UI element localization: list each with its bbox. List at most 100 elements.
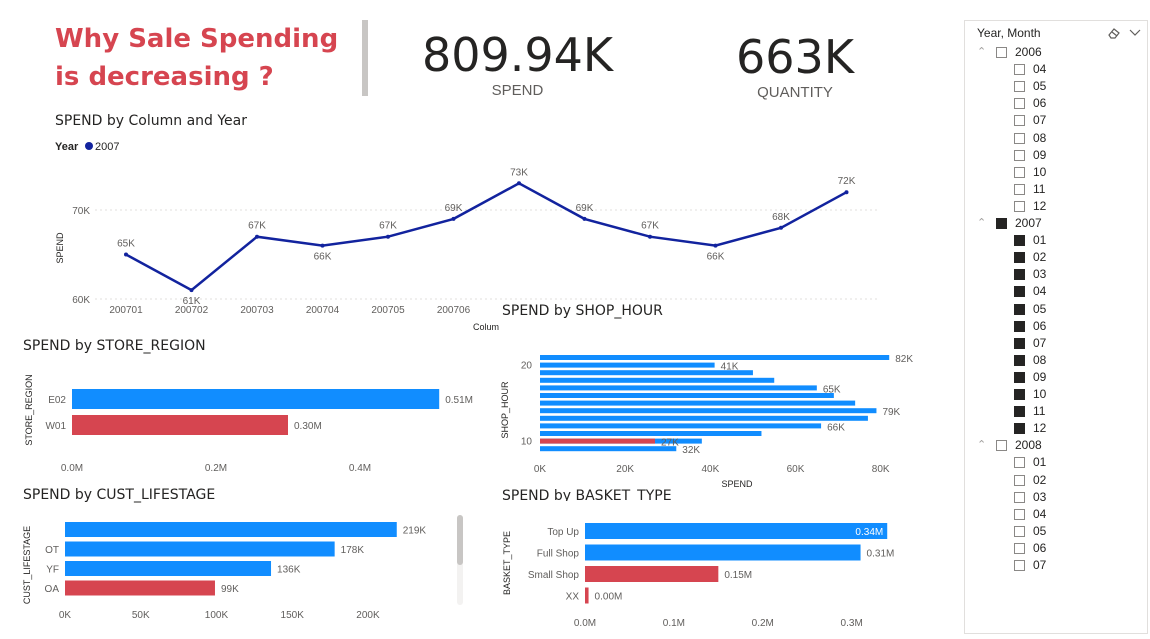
slicer-checkbox[interactable]: [1014, 491, 1025, 503]
line-point[interactable]: [189, 288, 194, 293]
slicer-month-2006-06[interactable]: 06: [977, 96, 1137, 113]
slicer-checkbox[interactable]: [1014, 354, 1025, 366]
slicer-month-2006-05[interactable]: 05: [977, 79, 1137, 96]
slicer-year-2006[interactable]: ⌃ 2006: [977, 45, 1137, 62]
line-point[interactable]: [582, 216, 587, 221]
line-point[interactable]: [386, 234, 390, 239]
slicer-month-2007-05[interactable]: 05: [977, 302, 1137, 319]
hour-bar[interactable]: [540, 355, 890, 360]
slicer-month-2008-05[interactable]: 05: [977, 524, 1137, 541]
hour-bar[interactable]: [540, 377, 775, 383]
slicer-month-2008-01[interactable]: 01: [977, 455, 1137, 472]
slicer-checkbox[interactable]: [1014, 115, 1025, 127]
slicer-checkbox[interactable]: [1014, 252, 1025, 264]
slicer-month-2007-12[interactable]: 12: [977, 421, 1137, 438]
line-point[interactable]: [844, 190, 849, 195]
line-point[interactable]: [648, 234, 652, 239]
slicer-checkbox[interactable]: [1014, 269, 1025, 281]
line-point[interactable]: [713, 243, 718, 248]
hour-bar[interactable]: [540, 423, 822, 429]
lifestage-chart[interactable]: CUST_LIFESTAGE 0K 50K 100K 150K 200K 219K OT 17…: [0, 505, 470, 635]
slicer-checkbox[interactable]: [996, 218, 1007, 229]
slicer-checkbox[interactable]: [1014, 423, 1025, 435]
slicer-month-2006-09[interactable]: 09: [977, 148, 1137, 165]
slicer-checkbox[interactable]: [1014, 149, 1025, 161]
slicer-month-2008-03[interactable]: 03: [977, 490, 1137, 507]
slicer-month-2007-11[interactable]: 11: [977, 404, 1137, 421]
slicer-checkbox[interactable]: [996, 47, 1007, 58]
slicer-checkbox[interactable]: [1014, 303, 1025, 315]
slicer-checkbox[interactable]: [1014, 235, 1025, 247]
slicer-month-2008-06[interactable]: 06: [977, 541, 1137, 558]
slicer-month-2007-08[interactable]: 08: [977, 353, 1137, 370]
slicer-month-2007-06[interactable]: 06: [977, 319, 1137, 336]
hour-bar[interactable]: [540, 408, 877, 414]
slicer-checkbox[interactable]: [1014, 132, 1025, 144]
bar[interactable]: [585, 566, 719, 582]
slicer-checkbox[interactable]: [1014, 474, 1025, 486]
line-point[interactable]: [451, 216, 456, 221]
slicer-month-2008-02[interactable]: 02: [977, 473, 1137, 490]
hour-bar-highlight[interactable]: [540, 438, 655, 444]
hour-bar[interactable]: [540, 385, 817, 391]
slicer-checkbox[interactable]: [1014, 98, 1025, 110]
hour-chart[interactable]: SHOP_HOUR SPEND 0K 20K 40K 60K 80K82K20 41K65…: [495, 345, 950, 493]
slicer-checkbox[interactable]: [1014, 371, 1025, 383]
collapse-caret-icon[interactable]: ⌃: [977, 45, 986, 58]
slicer-month-2007-09[interactable]: 09: [977, 370, 1137, 387]
collapse-caret-icon[interactable]: ⌃: [977, 438, 986, 451]
bar[interactable]: [585, 544, 861, 561]
slicer-checkbox[interactable]: [1014, 337, 1025, 349]
slicer-month-2008-07[interactable]: 07: [977, 558, 1137, 575]
slicer-month-2006-12[interactable]: 12: [977, 199, 1137, 216]
slicer-checkbox[interactable]: [1014, 525, 1025, 537]
slicer-month-2007-02[interactable]: 02: [977, 250, 1137, 267]
slicer-month-2007-01[interactable]: 01: [977, 233, 1137, 250]
slicer-checkbox[interactable]: [1014, 183, 1025, 195]
slicer-checkbox[interactable]: [1014, 560, 1025, 571]
slicer-checkbox[interactable]: [1014, 508, 1025, 520]
chevron-down-icon[interactable]: [1129, 28, 1141, 38]
bar[interactable]: [585, 587, 589, 604]
slicer-checkbox[interactable]: [1014, 542, 1025, 554]
hour-bar[interactable]: [540, 431, 762, 436]
bar[interactable]: [65, 580, 215, 596]
line-point[interactable]: [320, 243, 325, 248]
hour-bar[interactable]: [540, 415, 868, 421]
bar[interactable]: [72, 389, 440, 409]
slicer-month-2006-10[interactable]: 10: [977, 165, 1137, 182]
slicer-month-2008-04[interactable]: 04: [977, 507, 1137, 524]
basket-chart[interactable]: BASKET_TYPE 0.0M 0.1M 0.2M 0.3M Top Up 0.34M F…: [495, 505, 950, 635]
line-point[interactable]: [779, 225, 783, 230]
spend-card[interactable]: 809.94K SPEND: [400, 28, 635, 99]
collapse-caret-icon[interactable]: ⌃: [977, 216, 986, 229]
hour-bar[interactable]: [540, 362, 715, 368]
bar[interactable]: [65, 522, 397, 537]
slicer-checkbox[interactable]: [1014, 166, 1025, 178]
hour-bar[interactable]: [540, 393, 834, 398]
slicer-checkbox[interactable]: [1014, 64, 1025, 76]
slicer-month-2006-07[interactable]: 07: [977, 113, 1137, 130]
line-series-2007[interactable]: [125, 181, 848, 292]
slicer-checkbox[interactable]: [1014, 286, 1025, 298]
slicer-year-2008[interactable]: ⌃ 2008: [977, 438, 1137, 455]
line-point[interactable]: [517, 181, 521, 186]
slicer-month-2006-08[interactable]: 08: [977, 131, 1137, 148]
slicer-checkbox[interactable]: [996, 440, 1007, 452]
hour-bar[interactable]: [540, 446, 677, 452]
region-chart[interactable]: STORE_REGION 0.0M 0.2M 0.4M E02 0.51M W01 0.30…: [0, 355, 490, 480]
slicer-month-2006-04[interactable]: 04: [977, 62, 1137, 79]
year-month-slicer[interactable]: Year, Month ⌃ 2006 04 05 06 07 08 09 10 11 12 ⌃ 2007…: [964, 20, 1148, 634]
slicer-month-2006-11[interactable]: 11: [977, 182, 1137, 199]
bar[interactable]: [65, 541, 335, 557]
slicer-checkbox[interactable]: [1014, 457, 1025, 469]
hour-bar[interactable]: [540, 370, 753, 376]
slicer-checkbox[interactable]: [1014, 389, 1025, 400]
slicer-checkbox[interactable]: [1014, 200, 1025, 212]
slicer-checkbox[interactable]: [1014, 320, 1025, 332]
slicer-month-2007-04[interactable]: 04: [977, 284, 1137, 301]
quantity-card[interactable]: 663K QUANTITY: [690, 30, 900, 101]
bar[interactable]: [72, 415, 288, 435]
bar[interactable]: [65, 561, 272, 576]
line-point[interactable]: [124, 252, 128, 257]
